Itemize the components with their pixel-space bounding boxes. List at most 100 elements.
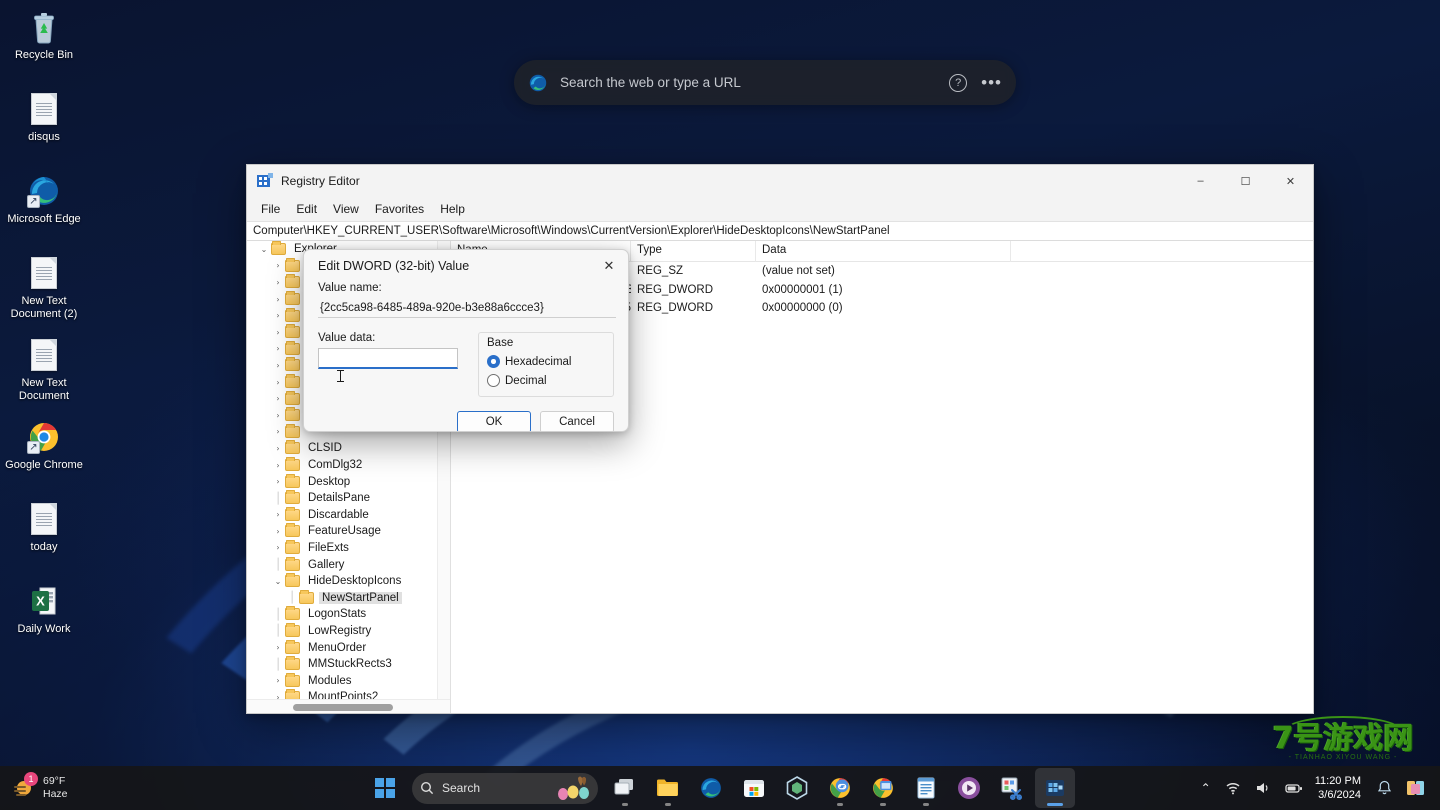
tree-node-menuorder[interactable]: › MenuOrder [247,639,437,656]
tree-node-gallery[interactable]: │ Gallery [247,556,437,573]
value-name-input[interactable] [318,299,616,318]
desktop-icon-google-chrome[interactable]: ↗ Google Chrome [0,414,88,490]
ok-button[interactable]: OK [457,411,531,431]
help-circle-icon[interactable]: ? [949,73,968,92]
desktop-icon-daily-work[interactable]: X Daily Work [0,578,88,654]
menu-file[interactable]: File [253,200,288,218]
desktop-icon-new-text-document-2[interactable]: New Text Document (2) [0,250,88,326]
tree-node-hidedesktopicons[interactable]: ⌄ HideDesktopIcons [247,573,437,590]
wifi-icon[interactable] [1219,773,1247,803]
chevron-right-icon[interactable]: › [271,278,285,287]
tree-horizontal-scroll-thumb[interactable] [293,704,393,711]
desktop-icon-disqus[interactable]: disqus [0,86,88,162]
taskbar-app-task-view[interactable] [605,768,645,808]
taskbar-app-media-player[interactable] [949,768,989,808]
tree-node-desktop[interactable]: › Desktop [247,473,437,490]
registry-address-bar[interactable]: Computer\HKEY_CURRENT_USER\Software\Micr… [247,221,1313,241]
tree-node-fileexts[interactable]: › FileExts [247,539,437,557]
taskbar-search-box[interactable]: Search [412,772,598,804]
radio-indicator-hexadecimal[interactable] [487,355,500,368]
bell-icon[interactable] [1371,773,1398,803]
taskbar-app-file-explorer[interactable] [648,768,688,808]
menu-help[interactable]: Help [432,200,473,218]
chevron-right-icon[interactable]: › [271,510,285,519]
taskbar-app-notepad[interactable] [906,768,946,808]
chevron-right-icon[interactable]: › [271,444,285,453]
column-header-data[interactable]: Data [756,241,1011,262]
desktop-icon-recycle-bin[interactable]: Recycle Bin [0,4,88,80]
chevron-right-icon[interactable]: › [271,527,285,536]
value-data-cell: (value not set) [762,265,835,277]
app-icon[interactable] [1400,773,1432,803]
radio-decimal[interactable]: Decimal [487,371,605,390]
maximize-button[interactable]: ☐ [1223,165,1268,197]
chevron-right-icon[interactable]: › [271,643,285,652]
edge-web-search-widget[interactable]: Search the web or type a URL ? ••• [514,60,1016,105]
start-button[interactable] [365,768,405,808]
registry-editor-window[interactable]: Registry Editor – ☐ ✕ File Edit View Fav… [246,164,1314,714]
menu-edit[interactable]: Edit [288,200,325,218]
menu-view[interactable]: View [325,200,367,218]
tree-node-modules[interactable]: › Modules [247,672,437,689]
speaker-icon[interactable] [1249,773,1277,803]
tree-node-lowregistry[interactable]: │ LowRegistry [247,622,437,640]
cancel-button[interactable]: Cancel [540,411,614,431]
taskbar-app-microsoft-edge[interactable] [691,768,731,808]
edge-search-placeholder[interactable]: Search the web or type a URL [560,75,949,90]
close-button[interactable]: ✕ [1268,165,1313,197]
menu-favorites[interactable]: Favorites [367,200,432,218]
taskbar-app-chrome-link[interactable] [820,768,860,808]
tree-node-mmstuckrects3[interactable]: │ MMStuckRects3 [247,656,437,673]
registry-editor-titlebar[interactable]: Registry Editor – ☐ ✕ [247,165,1313,197]
chevron-right-icon[interactable]: › [271,311,285,320]
tree-node-newstartpanel[interactable]: │ NewStartPanel [247,589,437,606]
chevron-right-icon[interactable]: › [271,328,285,337]
tree-node-featureusage[interactable]: › FeatureUsage [247,523,437,540]
desktop[interactable]: Recycle Bin disqus ↗ Microsoft Edge New … [0,0,1440,810]
tree-node-discardable[interactable]: › Discardable [247,506,437,524]
chevron-right-icon[interactable]: › [271,261,285,270]
taskbar-app-snipping-tool[interactable] [992,768,1032,808]
chevron-right-icon[interactable]: › [271,361,285,370]
tree-horizontal-scrollbar[interactable] [247,699,450,713]
column-header-type[interactable]: Type [631,241,756,262]
chevron-right-icon[interactable]: › [271,676,285,685]
minimize-button[interactable]: – [1178,165,1223,197]
battery-icon[interactable] [1279,773,1309,803]
taskbar[interactable]: 1 69°F Haze Search ⌃ 11:20 PM 3/6/2024 [0,766,1440,810]
close-icon[interactable]: ✕ [592,251,626,281]
chevron-right-icon[interactable]: › [271,461,285,470]
ellipsis-icon[interactable]: ••• [981,73,1002,93]
chevron-right-icon[interactable]: › [271,427,285,436]
weather-widget[interactable]: 1 69°F Haze [10,770,106,806]
tree-node-logonstats[interactable]: │ LogonStats [247,606,437,623]
tree-node-clsid[interactable]: › CLSID [247,440,437,457]
desktop-icon-microsoft-edge[interactable]: ↗ Microsoft Edge [0,168,88,244]
chevron-right-icon[interactable]: › [271,411,285,420]
chevron-right-icon[interactable]: › [271,543,285,552]
show-hidden-icons-button[interactable]: ⌃ [1195,773,1217,803]
chevron-down-icon[interactable]: ⌄ [271,577,285,586]
desktop-icon-new-text-document[interactable]: New Text Document [0,332,88,408]
desktop-icon-today[interactable]: today [0,496,88,572]
taskbar-app-microsoft-store[interactable] [734,768,774,808]
chevron-right-icon[interactable]: › [271,344,285,353]
radio-hexadecimal[interactable]: Hexadecimal [487,352,605,371]
tree-node-detailspane[interactable]: │ DetailsPane [247,490,437,507]
chevron-right-icon[interactable]: › [271,394,285,403]
chevron-right-icon[interactable]: › [271,378,285,387]
taskbar-app-chrome-window[interactable] [863,768,903,808]
tree-node-mountpoints2[interactable]: › MountPoints2 [247,689,437,699]
chevron-right-icon[interactable]: › [271,295,285,304]
taskbar-app-registry-editor[interactable] [1035,768,1075,808]
value-data-input[interactable] [318,348,458,369]
radio-indicator-decimal[interactable] [487,374,500,387]
tree-node-comdlg32[interactable]: › ComDlg32 [247,457,437,474]
taskbar-app-hexagon-app[interactable] [777,768,817,808]
dialog-titlebar[interactable]: Edit DWORD (32-bit) Value ✕ [304,250,628,282]
folder-icon [285,407,300,422]
clock[interactable]: 11:20 PM 3/6/2024 [1311,774,1369,802]
edit-dword-dialog[interactable]: Edit DWORD (32-bit) Value ✕ Value name: … [303,249,629,432]
chevron-right-icon[interactable]: › [271,477,285,486]
chevron-down-icon[interactable]: ⌄ [257,245,271,254]
